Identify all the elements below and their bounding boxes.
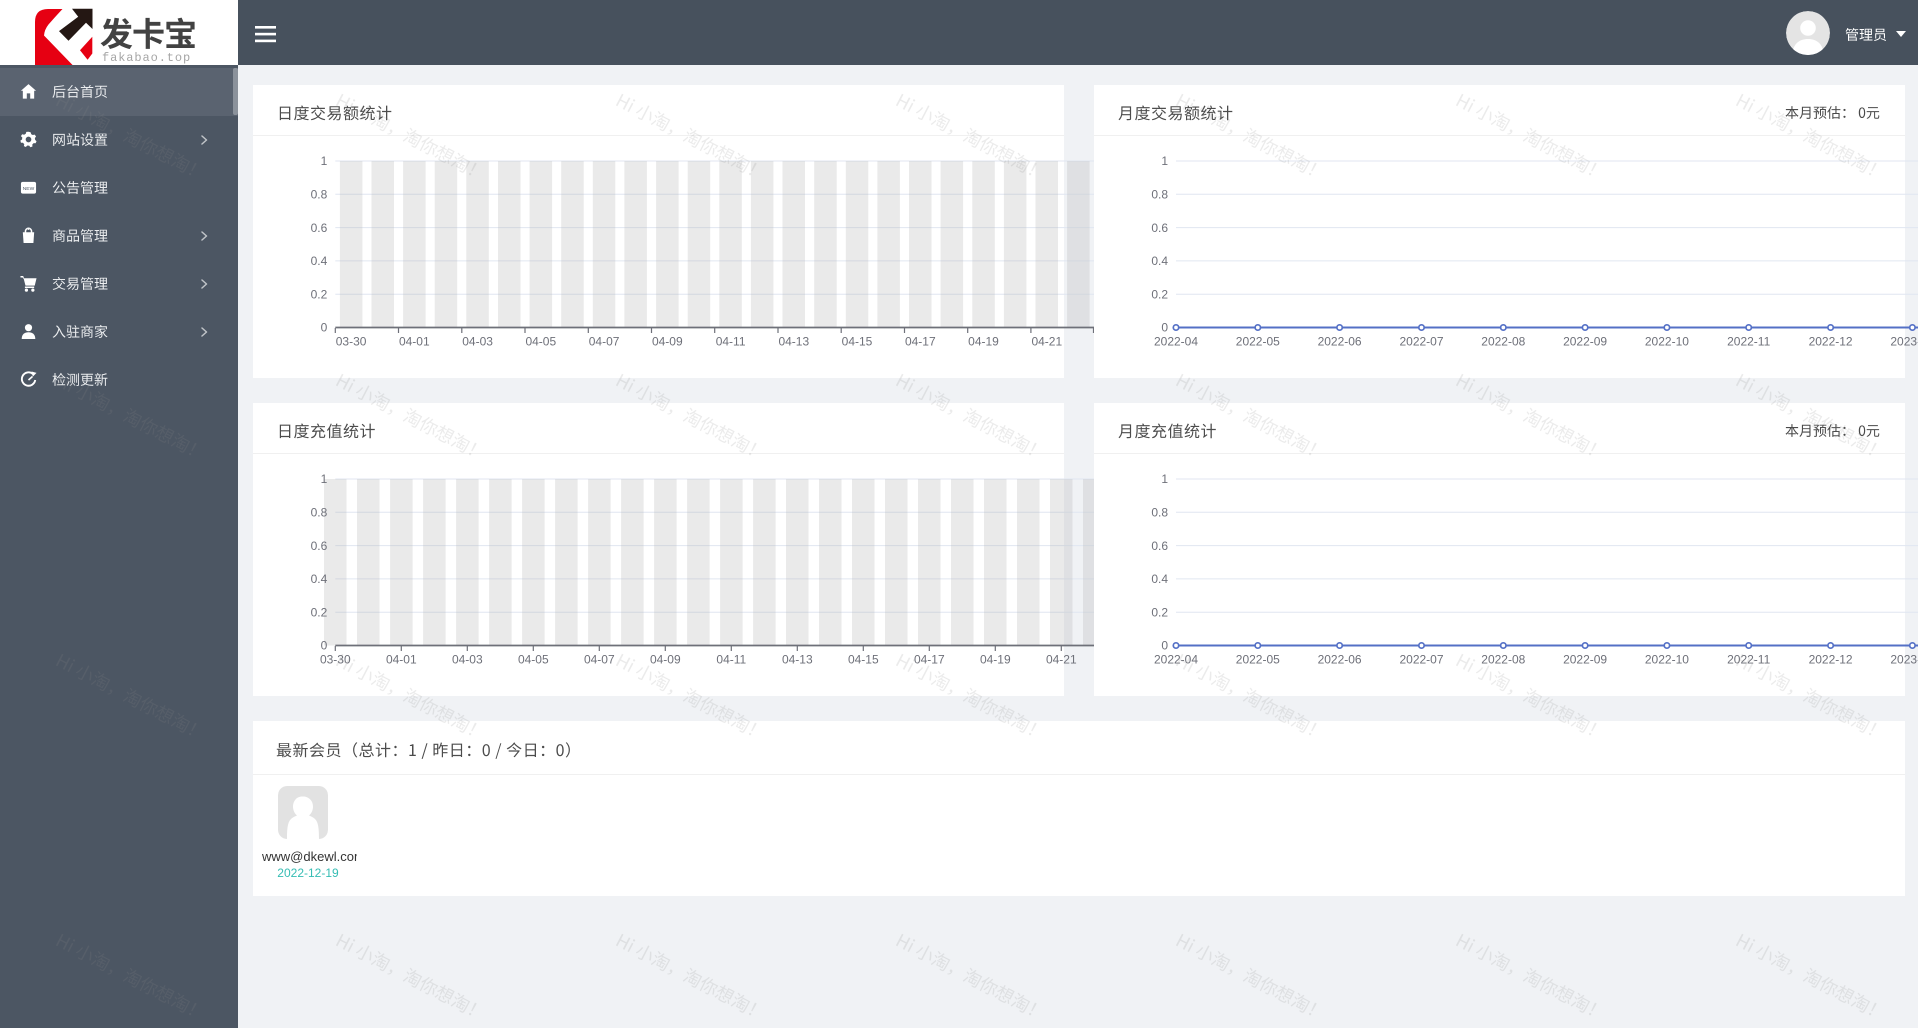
- svg-text:0.6: 0.6: [311, 539, 328, 553]
- svg-text:0.4: 0.4: [1151, 572, 1168, 586]
- svg-text:2022-05: 2022-05: [1236, 335, 1280, 349]
- svg-text:0: 0: [1161, 321, 1168, 335]
- svg-text:2022-12: 2022-12: [1809, 653, 1853, 667]
- svg-text:2022-05: 2022-05: [1236, 653, 1280, 667]
- svg-text:0.8: 0.8: [1151, 188, 1168, 202]
- svg-text:0: 0: [321, 321, 328, 335]
- svg-text:2022-04: 2022-04: [1154, 335, 1198, 349]
- svg-text:2022-10: 2022-10: [1645, 653, 1689, 667]
- svg-text:2023-01: 2023-01: [1890, 335, 1918, 349]
- svg-text:04-07: 04-07: [589, 335, 620, 349]
- svg-text:0.6: 0.6: [1151, 221, 1168, 235]
- svg-text:04-15: 04-15: [848, 653, 879, 667]
- svg-text:04-03: 04-03: [462, 335, 493, 349]
- svg-text:04-05: 04-05: [518, 653, 549, 667]
- svg-text:0.8: 0.8: [311, 188, 328, 202]
- svg-text:0.6: 0.6: [311, 221, 328, 235]
- svg-text:04-03: 04-03: [452, 653, 483, 667]
- svg-text:2022-06: 2022-06: [1318, 653, 1362, 667]
- svg-text:04-17: 04-17: [905, 335, 936, 349]
- svg-text:2022-12: 2022-12: [1809, 335, 1853, 349]
- svg-text:0.2: 0.2: [311, 605, 328, 619]
- svg-text:04-11: 04-11: [716, 653, 746, 667]
- svg-text:2022-08: 2022-08: [1481, 653, 1525, 667]
- svg-text:2022-06: 2022-06: [1318, 335, 1362, 349]
- svg-text:0.8: 0.8: [1151, 506, 1168, 520]
- svg-text:2022-09: 2022-09: [1563, 335, 1607, 349]
- svg-text:0.4: 0.4: [1151, 254, 1168, 268]
- svg-text:04-11: 04-11: [716, 335, 746, 349]
- svg-text:2022-11: 2022-11: [1727, 653, 1770, 667]
- svg-text:NEW: NEW: [23, 186, 35, 192]
- svg-text:0.2: 0.2: [1151, 605, 1168, 619]
- svg-text:04-21: 04-21: [1046, 653, 1077, 667]
- svg-text:04-13: 04-13: [778, 335, 809, 349]
- svg-text:1: 1: [1161, 472, 1168, 486]
- svg-text:04-05: 04-05: [525, 335, 556, 349]
- svg-text:2022-10: 2022-10: [1645, 335, 1689, 349]
- svg-text:04-09: 04-09: [650, 653, 681, 667]
- svg-text:2022-09: 2022-09: [1563, 653, 1607, 667]
- svg-text:0.4: 0.4: [311, 254, 328, 268]
- svg-text:0.6: 0.6: [1151, 539, 1168, 553]
- svg-text:1: 1: [321, 472, 328, 486]
- svg-text:04-21: 04-21: [1031, 335, 1062, 349]
- svg-text:04-19: 04-19: [968, 335, 999, 349]
- svg-text:2022-04: 2022-04: [1154, 653, 1198, 667]
- svg-text:04-15: 04-15: [842, 335, 873, 349]
- svg-text:2022-07: 2022-07: [1399, 335, 1443, 349]
- svg-text:0: 0: [1161, 639, 1168, 653]
- svg-text:2023-01: 2023-01: [1890, 653, 1918, 667]
- svg-text:03-30: 03-30: [336, 335, 367, 349]
- svg-text:0.2: 0.2: [311, 287, 328, 301]
- svg-text:2022-08: 2022-08: [1481, 335, 1525, 349]
- svg-text:04-17: 04-17: [914, 653, 945, 667]
- svg-text:0.2: 0.2: [1151, 287, 1168, 301]
- svg-text:04-13: 04-13: [782, 653, 813, 667]
- svg-text:0.8: 0.8: [311, 506, 328, 520]
- svg-text:04-09: 04-09: [652, 335, 683, 349]
- svg-text:04-01: 04-01: [399, 335, 430, 349]
- svg-text:2022-11: 2022-11: [1727, 335, 1770, 349]
- svg-text:1: 1: [321, 154, 328, 168]
- svg-text:04-19: 04-19: [980, 653, 1011, 667]
- svg-text:1: 1: [1161, 154, 1168, 168]
- svg-text:04-01: 04-01: [386, 653, 417, 667]
- svg-text:03-30: 03-30: [320, 653, 351, 667]
- svg-text:0.4: 0.4: [311, 572, 328, 586]
- svg-text:04-07: 04-07: [584, 653, 615, 667]
- svg-text:0: 0: [321, 639, 328, 653]
- svg-text:2022-07: 2022-07: [1399, 653, 1443, 667]
